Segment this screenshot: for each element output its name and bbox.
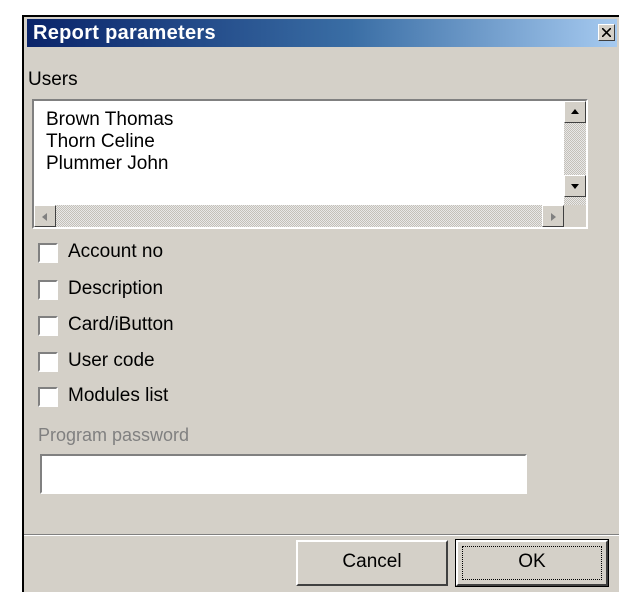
- description-checkbox[interactable]: [38, 280, 58, 300]
- report-parameters-dialog: Report parameters Users Brown Thomas Tho…: [22, 15, 619, 592]
- ok-button[interactable]: OK: [455, 539, 609, 587]
- account-no-checkbox[interactable]: [38, 243, 58, 263]
- description-label: Description: [68, 278, 164, 299]
- title-bar[interactable]: Report parameters: [27, 19, 617, 47]
- user-code-checkbox[interactable]: [38, 352, 58, 372]
- account-no-label: Account no: [68, 241, 164, 262]
- scroll-left-arrow-icon: [42, 213, 47, 221]
- scroll-down-arrow-icon: [571, 184, 579, 189]
- scroll-right-button[interactable]: [542, 205, 564, 227]
- horizontal-scrollbar[interactable]: [34, 205, 564, 227]
- card-ibutton-checkbox[interactable]: [38, 316, 58, 336]
- scroll-right-arrow-icon: [551, 213, 556, 221]
- program-password-field[interactable]: [40, 454, 527, 494]
- user-list-item[interactable]: Brown Thomas: [46, 109, 173, 131]
- card-ibutton-label: Card/iButton: [68, 314, 174, 335]
- modules-list-checkbox[interactable]: [38, 387, 58, 407]
- close-button[interactable]: [598, 24, 615, 41]
- footer-divider: [24, 534, 619, 536]
- dialog-title: Report parameters: [33, 22, 216, 44]
- scroll-up-arrow-icon: [571, 109, 579, 114]
- scroll-down-button[interactable]: [564, 175, 586, 197]
- scroll-left-button[interactable]: [34, 205, 56, 227]
- users-list: Brown Thomas Thorn Celine Plummer John: [46, 109, 173, 175]
- users-listbox[interactable]: Brown Thomas Thorn Celine Plummer John: [32, 99, 588, 229]
- cancel-button[interactable]: Cancel: [296, 540, 448, 586]
- close-icon: [602, 28, 611, 37]
- scrollbar-corner: [564, 205, 586, 227]
- users-label: Users: [28, 69, 78, 90]
- user-code-label: User code: [68, 350, 155, 371]
- user-list-item[interactable]: Plummer John: [46, 153, 173, 175]
- modules-list-label: Modules list: [68, 385, 169, 406]
- ok-button-label: OK: [462, 546, 602, 580]
- program-password-label: Program password: [38, 425, 190, 445]
- scroll-up-button[interactable]: [564, 101, 586, 123]
- vertical-scrollbar[interactable]: [564, 101, 586, 205]
- user-list-item[interactable]: Thorn Celine: [46, 131, 173, 153]
